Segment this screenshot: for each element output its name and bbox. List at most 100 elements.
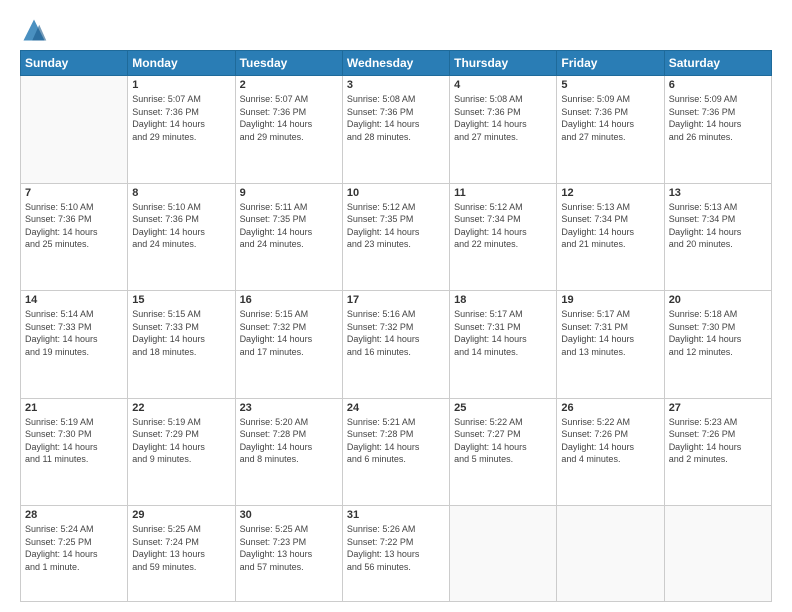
calendar-day-cell: 29 Sunrise: 5:25 AM Sunset: 7:24 PM Dayli… — [128, 506, 235, 602]
calendar-day-cell: 11Sunrise: 5:12 AM Sunset: 7:34 PM Dayli… — [450, 183, 557, 291]
day-number: 5 — [561, 79, 659, 91]
calendar-day-cell: 9 Sunrise: 5:11 AM Sunset: 7:35 PM Daylig… — [235, 183, 342, 291]
page: SundayMondayTuesdayWednesdayThursdayFrid… — [0, 0, 792, 612]
day-info: Sunrise: 5:25 AM Sunset: 7:24 PM Dayligh… — [132, 523, 230, 573]
day-info: Sunrise: 5:09 AM Sunset: 7:36 PM Dayligh… — [669, 93, 767, 143]
calendar-day-cell — [21, 76, 128, 184]
day-number: 20 — [669, 294, 767, 306]
day-info: Sunrise: 5:09 AM Sunset: 7:36 PM Dayligh… — [561, 93, 659, 143]
calendar-day-cell: 13Sunrise: 5:13 AM Sunset: 7:34 PM Dayli… — [664, 183, 771, 291]
day-number: 6 — [669, 79, 767, 91]
day-info: Sunrise: 5:17 AM Sunset: 7:31 PM Dayligh… — [561, 308, 659, 358]
day-info: Sunrise: 5:25 AM Sunset: 7:23 PM Dayligh… — [240, 523, 338, 573]
calendar-day-cell: 25 Sunrise: 5:22 AM Sunset: 7:27 PM Dayli… — [450, 398, 557, 506]
day-info: Sunrise: 5:15 AM Sunset: 7:33 PM Dayligh… — [132, 308, 230, 358]
day-number: 15 — [132, 294, 230, 306]
day-info: Sunrise: 5:11 AM Sunset: 7:35 PM Dayligh… — [240, 201, 338, 251]
calendar-header-row: SundayMondayTuesdayWednesdayThursdayFrid… — [21, 51, 772, 76]
calendar-week-row: 28 Sunrise: 5:24 AM Sunset: 7:25 PM Dayli… — [21, 506, 772, 602]
day-number: 18 — [454, 294, 552, 306]
day-info: Sunrise: 5:19 AM Sunset: 7:30 PM Dayligh… — [25, 416, 123, 466]
day-number: 9 — [240, 187, 338, 199]
day-info: Sunrise: 5:07 AM Sunset: 7:36 PM Dayligh… — [132, 93, 230, 143]
calendar-week-row: 14 Sunrise: 5:14 AM Sunset: 7:33 PM Dayli… — [21, 291, 772, 399]
day-number: 10 — [347, 187, 445, 199]
day-number: 13 — [669, 187, 767, 199]
day-info: Sunrise: 5:08 AM Sunset: 7:36 PM Dayligh… — [347, 93, 445, 143]
calendar-day-cell: 2Sunrise: 5:07 AM Sunset: 7:36 PM Daylig… — [235, 76, 342, 184]
calendar-day-cell: 14 Sunrise: 5:14 AM Sunset: 7:33 PM Dayli… — [21, 291, 128, 399]
calendar-day-cell: 7 Sunrise: 5:10 AM Sunset: 7:36 PM Daylig… — [21, 183, 128, 291]
day-info: Sunrise: 5:13 AM Sunset: 7:34 PM Dayligh… — [561, 201, 659, 251]
header — [20, 16, 772, 44]
day-number: 19 — [561, 294, 659, 306]
calendar-day-cell: 23Sunrise: 5:20 AM Sunset: 7:28 PM Dayli… — [235, 398, 342, 506]
calendar-day-cell: 3Sunrise: 5:08 AM Sunset: 7:36 PM Daylig… — [342, 76, 449, 184]
day-info: Sunrise: 5:08 AM Sunset: 7:36 PM Dayligh… — [454, 93, 552, 143]
calendar-day-cell: 17 Sunrise: 5:16 AM Sunset: 7:32 PM Dayli… — [342, 291, 449, 399]
calendar-day-cell: 18 Sunrise: 5:17 AM Sunset: 7:31 PM Dayli… — [450, 291, 557, 399]
day-number: 30 — [240, 509, 338, 521]
day-number: 21 — [25, 402, 123, 414]
header-day-wednesday: Wednesday — [342, 51, 449, 76]
day-info: Sunrise: 5:17 AM Sunset: 7:31 PM Dayligh… — [454, 308, 552, 358]
calendar-day-cell: 15 Sunrise: 5:15 AM Sunset: 7:33 PM Dayli… — [128, 291, 235, 399]
calendar-day-cell: 30 Sunrise: 5:25 AM Sunset: 7:23 PM Dayli… — [235, 506, 342, 602]
day-info: Sunrise: 5:18 AM Sunset: 7:30 PM Dayligh… — [669, 308, 767, 358]
calendar-day-cell: 16 Sunrise: 5:15 AM Sunset: 7:32 PM Dayli… — [235, 291, 342, 399]
calendar-day-cell: 12 Sunrise: 5:13 AM Sunset: 7:34 PM Dayli… — [557, 183, 664, 291]
calendar-day-cell: 8Sunrise: 5:10 AM Sunset: 7:36 PM Daylig… — [128, 183, 235, 291]
calendar-day-cell: 26Sunrise: 5:22 AM Sunset: 7:26 PM Dayli… — [557, 398, 664, 506]
day-number: 31 — [347, 509, 445, 521]
calendar-day-cell: 1 Sunrise: 5:07 AM Sunset: 7:36 PM Daylig… — [128, 76, 235, 184]
day-info: Sunrise: 5:14 AM Sunset: 7:33 PM Dayligh… — [25, 308, 123, 358]
day-number: 12 — [561, 187, 659, 199]
calendar-week-row: 1 Sunrise: 5:07 AM Sunset: 7:36 PM Daylig… — [21, 76, 772, 184]
day-info: Sunrise: 5:15 AM Sunset: 7:32 PM Dayligh… — [240, 308, 338, 358]
day-number: 28 — [25, 509, 123, 521]
day-number: 16 — [240, 294, 338, 306]
calendar-day-cell: 24 Sunrise: 5:21 AM Sunset: 7:28 PM Dayli… — [342, 398, 449, 506]
day-info: Sunrise: 5:23 AM Sunset: 7:26 PM Dayligh… — [669, 416, 767, 466]
logo-icon — [20, 16, 48, 44]
day-number: 22 — [132, 402, 230, 414]
day-info: Sunrise: 5:16 AM Sunset: 7:32 PM Dayligh… — [347, 308, 445, 358]
day-number: 14 — [25, 294, 123, 306]
calendar-table: SundayMondayTuesdayWednesdayThursdayFrid… — [20, 50, 772, 602]
day-info: Sunrise: 5:22 AM Sunset: 7:27 PM Dayligh… — [454, 416, 552, 466]
header-day-sunday: Sunday — [21, 51, 128, 76]
header-day-thursday: Thursday — [450, 51, 557, 76]
calendar-day-cell: 22 Sunrise: 5:19 AM Sunset: 7:29 PM Dayli… — [128, 398, 235, 506]
day-number: 4 — [454, 79, 552, 91]
day-info: Sunrise: 5:19 AM Sunset: 7:29 PM Dayligh… — [132, 416, 230, 466]
day-info: Sunrise: 5:24 AM Sunset: 7:25 PM Dayligh… — [25, 523, 123, 573]
day-info: Sunrise: 5:12 AM Sunset: 7:35 PM Dayligh… — [347, 201, 445, 251]
day-number: 24 — [347, 402, 445, 414]
logo — [20, 16, 52, 44]
header-day-monday: Monday — [128, 51, 235, 76]
day-info: Sunrise: 5:26 AM Sunset: 7:22 PM Dayligh… — [347, 523, 445, 573]
day-number: 27 — [669, 402, 767, 414]
calendar-day-cell: 27 Sunrise: 5:23 AM Sunset: 7:26 PM Dayli… — [664, 398, 771, 506]
calendar-day-cell: 4 Sunrise: 5:08 AM Sunset: 7:36 PM Daylig… — [450, 76, 557, 184]
calendar-day-cell: 31 Sunrise: 5:26 AM Sunset: 7:22 PM Dayli… — [342, 506, 449, 602]
day-number: 17 — [347, 294, 445, 306]
calendar-day-cell: 10 Sunrise: 5:12 AM Sunset: 7:35 PM Dayli… — [342, 183, 449, 291]
calendar-day-cell: 6 Sunrise: 5:09 AM Sunset: 7:36 PM Daylig… — [664, 76, 771, 184]
header-day-saturday: Saturday — [664, 51, 771, 76]
day-number: 25 — [454, 402, 552, 414]
calendar-day-cell: 20 Sunrise: 5:18 AM Sunset: 7:30 PM Dayli… — [664, 291, 771, 399]
day-number: 1 — [132, 79, 230, 91]
day-info: Sunrise: 5:21 AM Sunset: 7:28 PM Dayligh… — [347, 416, 445, 466]
day-number: 7 — [25, 187, 123, 199]
day-number: 29 — [132, 509, 230, 521]
day-info: Sunrise: 5:10 AM Sunset: 7:36 PM Dayligh… — [25, 201, 123, 251]
header-day-tuesday: Tuesday — [235, 51, 342, 76]
calendar-day-cell — [450, 506, 557, 602]
day-number: 11 — [454, 187, 552, 199]
day-number: 26 — [561, 402, 659, 414]
day-info: Sunrise: 5:20 AM Sunset: 7:28 PM Dayligh… — [240, 416, 338, 466]
day-info: Sunrise: 5:07 AM Sunset: 7:36 PM Dayligh… — [240, 93, 338, 143]
day-info: Sunrise: 5:10 AM Sunset: 7:36 PM Dayligh… — [132, 201, 230, 251]
calendar-day-cell — [664, 506, 771, 602]
